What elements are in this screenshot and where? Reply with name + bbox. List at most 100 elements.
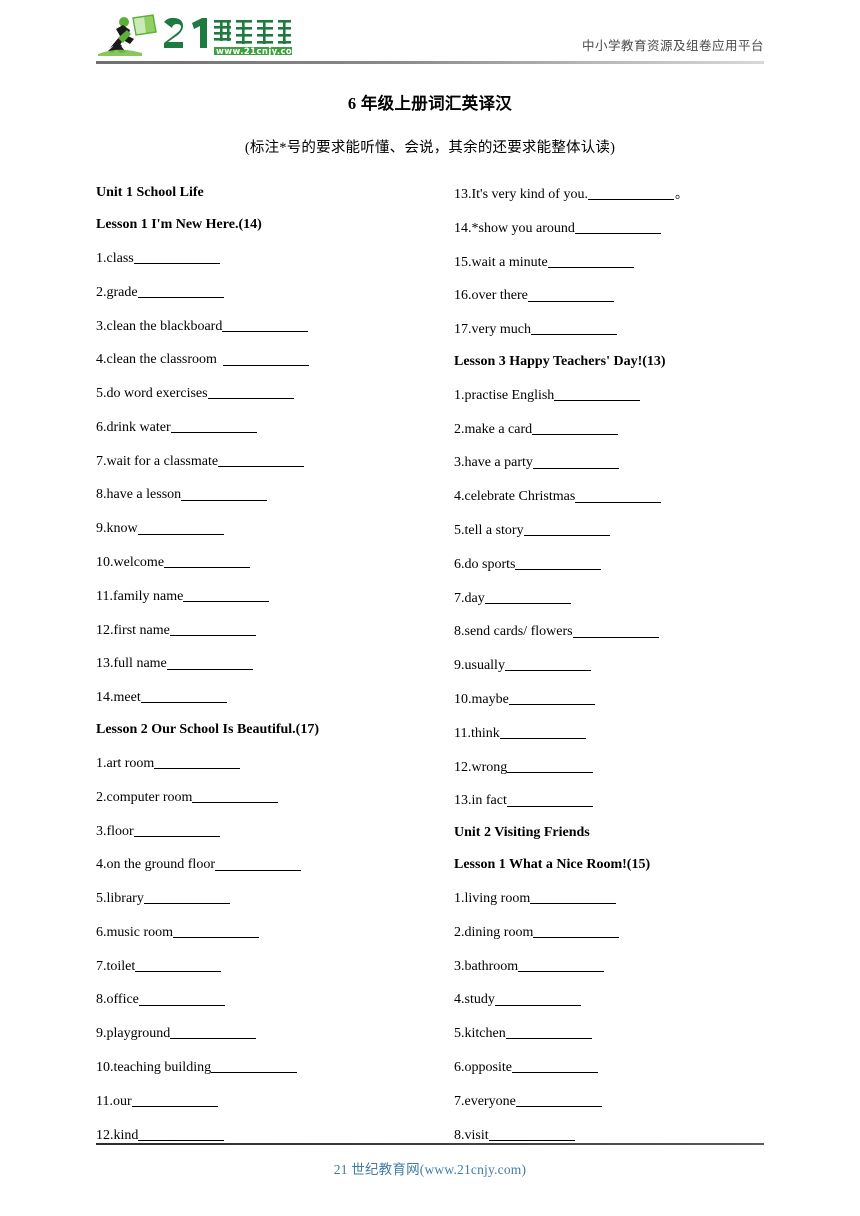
answer-blank[interactable] bbox=[181, 486, 268, 501]
answer-blank[interactable] bbox=[515, 1093, 602, 1108]
answer-blank[interactable] bbox=[532, 454, 619, 469]
answer-blank[interactable] bbox=[138, 991, 225, 1006]
vocab-item: 12.wrong bbox=[454, 750, 764, 784]
answer-blank[interactable] bbox=[533, 924, 620, 939]
answer-blank[interactable] bbox=[506, 792, 593, 807]
answer-blank[interactable] bbox=[173, 924, 259, 939]
vocab-item: 12.first name bbox=[96, 613, 430, 647]
vocab-term: 9.playground bbox=[96, 1025, 171, 1041]
answer-blank[interactable] bbox=[214, 856, 301, 871]
answer-blank[interactable] bbox=[222, 351, 309, 366]
answer-blank[interactable] bbox=[140, 689, 227, 704]
answer-blank[interactable] bbox=[138, 1127, 225, 1141]
answer-blank[interactable] bbox=[587, 186, 674, 201]
vocab-item: 8.have a lesson bbox=[96, 477, 430, 511]
answer-blank[interactable] bbox=[207, 385, 294, 400]
vocab-item: 14.meet bbox=[96, 680, 430, 714]
vocab-item: 7.everyone bbox=[454, 1084, 764, 1118]
section-heading: Lesson 1 I'm New Here.(14) bbox=[96, 217, 262, 232]
answer-blank[interactable] bbox=[484, 590, 571, 604]
answer-blank[interactable] bbox=[508, 691, 595, 706]
answer-blank[interactable] bbox=[143, 890, 230, 905]
vocab-term: 3.have a party bbox=[454, 455, 533, 471]
answer-blank[interactable] bbox=[515, 556, 602, 571]
answer-blank[interactable] bbox=[183, 588, 270, 603]
vocab-term: 1.practise English bbox=[454, 387, 555, 403]
answer-blank[interactable] bbox=[170, 1025, 257, 1040]
answer-blank[interactable] bbox=[169, 622, 256, 636]
answer-blank[interactable] bbox=[166, 655, 253, 670]
answer-blank[interactable] bbox=[530, 890, 617, 905]
vocab-term: 5.do word exercises bbox=[96, 385, 208, 401]
answer-blank[interactable] bbox=[532, 421, 619, 435]
vocab-term: 8.office bbox=[96, 992, 139, 1008]
answer-blank[interactable] bbox=[505, 1025, 592, 1040]
page-title: 6 年级上册词汇英译汉 bbox=[347, 94, 513, 113]
answer-blank[interactable] bbox=[135, 958, 222, 972]
vocab-term: 13.full name bbox=[96, 656, 167, 672]
vocab-item: 10.welcome bbox=[96, 545, 430, 579]
vocab-item: 7.wait for a classmate bbox=[96, 444, 430, 478]
vocab-item: 10.teaching building bbox=[96, 1050, 430, 1084]
answer-blank[interactable] bbox=[507, 759, 594, 773]
vocab-term: 1.class bbox=[96, 250, 134, 266]
answer-blank[interactable] bbox=[511, 1059, 598, 1074]
vocab-term: 11.think bbox=[454, 725, 500, 741]
answer-blank[interactable] bbox=[222, 318, 309, 332]
vocab-item: 6.do sports bbox=[454, 547, 764, 581]
vocab-item: 4.celebrate Christmas bbox=[454, 479, 764, 513]
vocab-item: 1.class bbox=[96, 241, 430, 275]
answer-blank[interactable] bbox=[154, 755, 241, 770]
content-columns: Unit 1 School Life Lesson 1 I'm New Here.… bbox=[96, 177, 764, 1151]
footer-divider bbox=[96, 1143, 764, 1145]
answer-blank[interactable] bbox=[488, 1127, 575, 1141]
answer-blank[interactable] bbox=[547, 254, 634, 268]
answer-blank[interactable] bbox=[133, 250, 220, 265]
answer-blank[interactable] bbox=[530, 321, 617, 336]
answer-blank[interactable] bbox=[164, 554, 251, 569]
footer-link[interactable]: 21 世纪教育网(www.21cnjy.com) bbox=[96, 1158, 764, 1178]
vocab-item: 1.art room bbox=[96, 746, 430, 780]
vocab-item: 6.music room bbox=[96, 915, 430, 949]
answer-blank[interactable] bbox=[523, 522, 610, 537]
vocab-item: 9.playground bbox=[96, 1016, 430, 1050]
answer-blank[interactable] bbox=[518, 958, 605, 972]
vocab-term: 9.usually bbox=[454, 657, 505, 673]
section-heading: Lesson 3 Happy Teachers' Day!(13) bbox=[454, 353, 666, 369]
answer-blank[interactable] bbox=[572, 623, 659, 638]
answer-blank[interactable] bbox=[554, 387, 641, 402]
vocab-term: 10.teaching building bbox=[96, 1059, 212, 1075]
answer-blank[interactable] bbox=[527, 287, 614, 302]
vocab-term: 4.on the ground floor bbox=[96, 857, 215, 873]
answer-blank[interactable] bbox=[499, 725, 586, 740]
vocab-term: 6.music room bbox=[96, 924, 173, 940]
vocab-term: 13.in fact bbox=[454, 793, 507, 809]
vocab-term: 7.day bbox=[454, 590, 485, 606]
vocab-item: 4.on the ground floor bbox=[96, 847, 430, 881]
vocab-item: 4.study bbox=[454, 982, 764, 1016]
answer-blank[interactable] bbox=[131, 1093, 218, 1108]
right-column: 13.It's very kind of you. 。 14.*show you a… bbox=[430, 177, 764, 1151]
answer-blank[interactable] bbox=[170, 419, 257, 434]
vocab-term: 1.living room bbox=[454, 890, 531, 906]
vocab-item: 5.do word exercises bbox=[96, 376, 430, 410]
header-tagline: 中小学教育资源及组卷应用平台 bbox=[581, 38, 764, 53]
section-heading: Unit 2 Visiting Friends bbox=[454, 825, 590, 841]
vocab-term: 3.floor bbox=[96, 823, 134, 839]
answer-blank[interactable] bbox=[218, 453, 305, 467]
answer-blank[interactable] bbox=[504, 657, 591, 672]
answer-blank[interactable] bbox=[133, 823, 220, 837]
answer-blank[interactable] bbox=[574, 220, 661, 235]
answer-blank[interactable] bbox=[494, 991, 581, 1006]
vocab-item: 11.family name bbox=[96, 579, 430, 613]
answer-blank[interactable] bbox=[137, 284, 224, 299]
vocab-term: 11.family name bbox=[96, 588, 184, 604]
vocab-term: 8.visit bbox=[454, 1127, 489, 1143]
answer-blank[interactable] bbox=[137, 520, 224, 535]
answer-blank[interactable] bbox=[575, 488, 662, 503]
answer-blank[interactable] bbox=[192, 789, 279, 804]
section-heading: Unit 1 School Life bbox=[96, 185, 204, 200]
answer-blank[interactable] bbox=[211, 1059, 298, 1074]
vocab-term: 2.computer room bbox=[96, 789, 193, 805]
vocab-term: 16.over there bbox=[454, 288, 528, 304]
